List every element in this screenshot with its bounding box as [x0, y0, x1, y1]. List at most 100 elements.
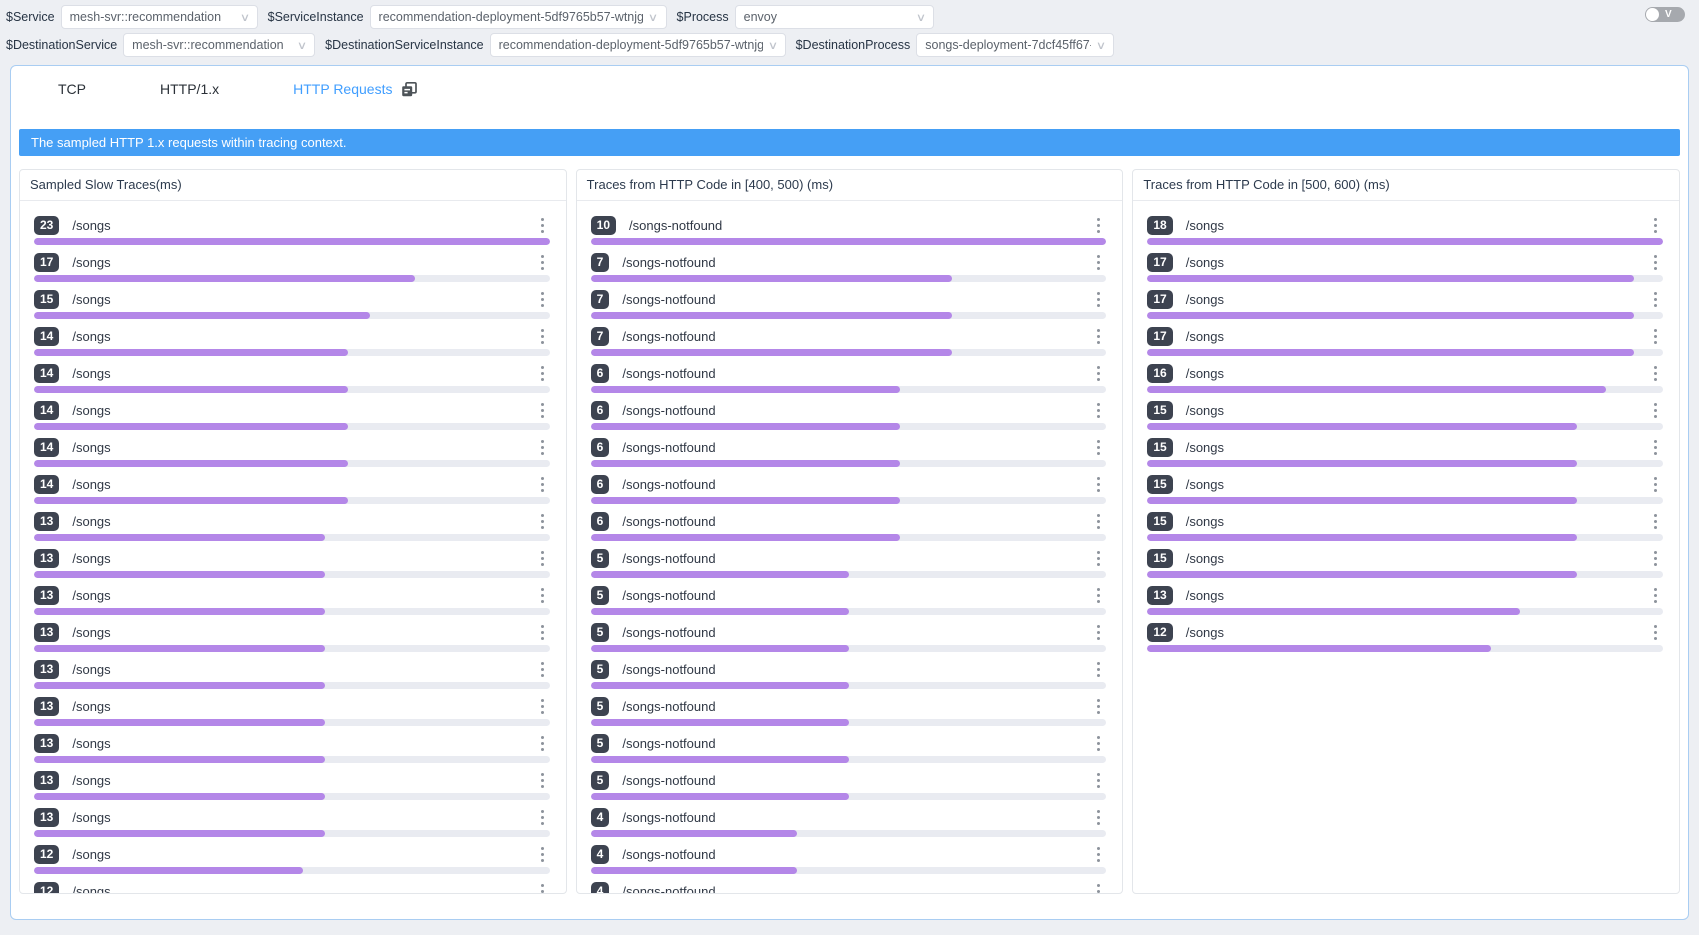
trace-row[interactable]: 16/songs — [1147, 363, 1663, 393]
kebab-menu-icon[interactable] — [535, 288, 550, 310]
kebab-menu-icon[interactable] — [1091, 251, 1106, 273]
trace-row[interactable]: 6/songs-notfound — [591, 400, 1107, 430]
trace-row[interactable]: 5/songs-notfound — [591, 696, 1107, 726]
kebab-menu-icon[interactable] — [1091, 399, 1106, 421]
trace-row[interactable]: 13/songs — [34, 548, 550, 578]
kebab-menu-icon[interactable] — [535, 769, 550, 791]
trace-row[interactable]: 17/songs — [1147, 326, 1663, 356]
trace-row[interactable]: 13/songs — [34, 807, 550, 837]
trace-row[interactable]: 23/songs — [34, 215, 550, 245]
trace-row[interactable]: 14/songs — [34, 326, 550, 356]
trace-row[interactable]: 13/songs — [34, 622, 550, 652]
kebab-menu-icon[interactable] — [1091, 584, 1106, 606]
kebab-menu-icon[interactable] — [1648, 362, 1663, 384]
trace-row[interactable]: 5/songs-notfound — [591, 548, 1107, 578]
trace-row[interactable]: 7/songs-notfound — [591, 289, 1107, 319]
kebab-menu-icon[interactable] — [535, 658, 550, 680]
kebab-menu-icon[interactable] — [1648, 325, 1663, 347]
trace-row[interactable]: 13/songs — [34, 733, 550, 763]
trace-row[interactable]: 13/songs — [34, 659, 550, 689]
kebab-menu-icon[interactable] — [1091, 436, 1106, 458]
kebab-menu-icon[interactable] — [1091, 658, 1106, 680]
trace-row[interactable]: 12/songs — [1147, 622, 1663, 652]
trace-row[interactable]: 14/songs — [34, 363, 550, 393]
trace-row[interactable]: 12/songs — [34, 881, 550, 893]
kebab-menu-icon[interactable] — [535, 325, 550, 347]
service-instance-select[interactable]: recommendation-deployment-5df9765b57-wtn… — [370, 5, 667, 29]
kebab-menu-icon[interactable] — [535, 695, 550, 717]
trace-row[interactable]: 5/songs-notfound — [591, 733, 1107, 763]
kebab-menu-icon[interactable] — [1648, 288, 1663, 310]
kebab-menu-icon[interactable] — [535, 510, 550, 532]
kebab-menu-icon[interactable] — [1091, 547, 1106, 569]
kebab-menu-icon[interactable] — [1648, 399, 1663, 421]
trace-row[interactable]: 13/songs — [34, 511, 550, 541]
kebab-menu-icon[interactable] — [1091, 214, 1106, 236]
trace-row[interactable]: 14/songs — [34, 437, 550, 467]
kebab-menu-icon[interactable] — [1648, 436, 1663, 458]
kebab-menu-icon[interactable] — [535, 880, 550, 893]
kebab-menu-icon[interactable] — [535, 399, 550, 421]
trace-row[interactable]: 7/songs-notfound — [591, 326, 1107, 356]
trace-row[interactable]: 12/songs — [34, 844, 550, 874]
destination-service-select[interactable]: mesh-svr::recommendation ∨ — [123, 33, 315, 57]
trace-row[interactable]: 15/songs — [1147, 400, 1663, 430]
copy-icon[interactable] — [401, 81, 418, 98]
kebab-menu-icon[interactable] — [535, 843, 550, 865]
trace-row[interactable]: 4/songs-notfound — [591, 807, 1107, 837]
kebab-menu-icon[interactable] — [1091, 806, 1106, 828]
kebab-menu-icon[interactable] — [1091, 843, 1106, 865]
trace-row[interactable]: 13/songs — [1147, 585, 1663, 615]
kebab-menu-icon[interactable] — [1648, 547, 1663, 569]
kebab-menu-icon[interactable] — [1648, 214, 1663, 236]
process-select[interactable]: envoy ∨ — [735, 5, 934, 29]
trace-row[interactable]: 13/songs — [34, 696, 550, 726]
trace-row[interactable]: 15/songs — [1147, 437, 1663, 467]
trace-row[interactable]: 5/songs-notfound — [591, 622, 1107, 652]
kebab-menu-icon[interactable] — [1091, 769, 1106, 791]
kebab-menu-icon[interactable] — [1648, 473, 1663, 495]
trace-row[interactable]: 6/songs-notfound — [591, 363, 1107, 393]
trace-row[interactable]: 17/songs — [34, 252, 550, 282]
trace-row[interactable]: 15/songs — [34, 289, 550, 319]
trace-row[interactable]: 5/songs-notfound — [591, 659, 1107, 689]
trace-row[interactable]: 5/songs-notfound — [591, 585, 1107, 615]
kebab-menu-icon[interactable] — [1648, 621, 1663, 643]
kebab-menu-icon[interactable] — [1091, 695, 1106, 717]
trace-row[interactable]: 17/songs — [1147, 289, 1663, 319]
version-toggle[interactable]: V — [1645, 7, 1685, 22]
kebab-menu-icon[interactable] — [535, 621, 550, 643]
trace-row[interactable]: 6/songs-notfound — [591, 474, 1107, 504]
kebab-menu-icon[interactable] — [1091, 325, 1106, 347]
tab-http-requests[interactable]: HTTP Requests — [256, 81, 455, 98]
kebab-menu-icon[interactable] — [535, 547, 550, 569]
kebab-menu-icon[interactable] — [535, 806, 550, 828]
tab-http1x[interactable]: HTTP/1.x — [123, 81, 256, 97]
kebab-menu-icon[interactable] — [1091, 880, 1106, 893]
destination-process-select[interactable]: songs-deployment-7dcf45ff67-g ∨ — [916, 33, 1114, 57]
kebab-menu-icon[interactable] — [1091, 473, 1106, 495]
service-select[interactable]: mesh-svr::recommendation ∨ — [61, 5, 258, 29]
trace-row[interactable]: 13/songs — [34, 585, 550, 615]
trace-row[interactable]: 17/songs — [1147, 252, 1663, 282]
kebab-menu-icon[interactable] — [535, 214, 550, 236]
kebab-menu-icon[interactable] — [1648, 510, 1663, 532]
trace-row[interactable]: 7/songs-notfound — [591, 252, 1107, 282]
kebab-menu-icon[interactable] — [1648, 251, 1663, 273]
destination-service-instance-select[interactable]: recommendation-deployment-5df9765b57-wtn… — [490, 33, 786, 57]
trace-row[interactable]: 6/songs-notfound — [591, 437, 1107, 467]
trace-row[interactable]: 15/songs — [1147, 474, 1663, 504]
kebab-menu-icon[interactable] — [535, 732, 550, 754]
trace-row[interactable]: 4/songs-notfound — [591, 881, 1107, 893]
trace-row[interactable]: 10/songs-notfound — [591, 215, 1107, 245]
trace-row[interactable]: 18/songs — [1147, 215, 1663, 245]
kebab-menu-icon[interactable] — [1091, 732, 1106, 754]
kebab-menu-icon[interactable] — [1091, 621, 1106, 643]
kebab-menu-icon[interactable] — [535, 251, 550, 273]
kebab-menu-icon[interactable] — [535, 584, 550, 606]
kebab-menu-icon[interactable] — [1091, 288, 1106, 310]
kebab-menu-icon[interactable] — [535, 473, 550, 495]
trace-row[interactable]: 14/songs — [34, 400, 550, 430]
trace-row[interactable]: 5/songs-notfound — [591, 770, 1107, 800]
trace-row[interactable]: 6/songs-notfound — [591, 511, 1107, 541]
